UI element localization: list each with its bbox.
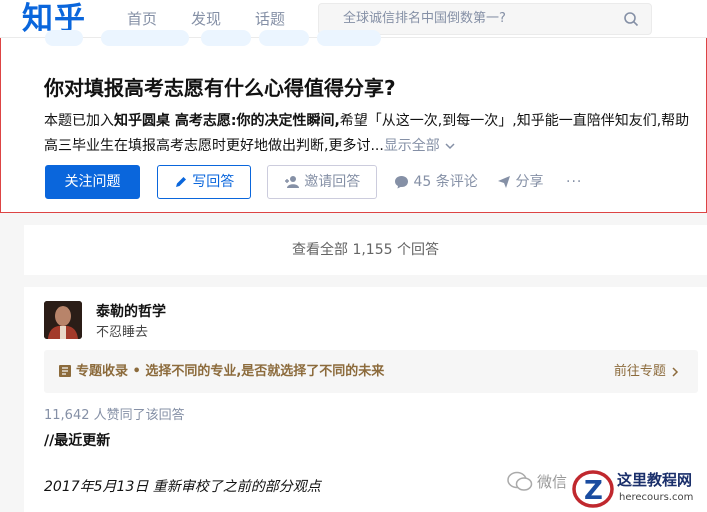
site-name: 这里教程网 <box>617 471 693 489</box>
site-logo-icon: Z <box>572 470 614 508</box>
question-description: 本题已加入知乎圆桌 高考志愿:你的决定性瞬间,希望「从这一次,到每一次」,知乎能… <box>44 109 701 159</box>
special-topic-text: 专题收录 • 选择不同的专业,是否就选择了不同的未来 <box>76 364 385 379</box>
pencil-icon <box>175 177 186 187</box>
roundtable-link[interactable]: 知乎圆桌 高考志愿:你的决定性瞬间, <box>114 113 340 129</box>
author-name[interactable]: 泰勒的哲学 <box>96 301 166 321</box>
add-user-icon <box>284 176 299 188</box>
topic-tag[interactable] <box>317 30 381 46</box>
invite-answer-button[interactable]: 邀请回答 <box>267 165 377 199</box>
topic-tag[interactable] <box>101 30 189 46</box>
follow-question-button[interactable]: 关注问题 <box>45 165 140 199</box>
go-to-topic-label: 前往专题 <box>613 364 666 379</box>
share-button[interactable]: 分享 <box>497 165 543 199</box>
wechat-label: 微信 <box>537 473 568 491</box>
question-card: 你对填报高考志愿有什么心得值得分享? 本题已加入知乎圆桌 高考志愿:你的决定性瞬… <box>0 30 707 213</box>
watermark: 微信 Z 这里教程网 herecours.com <box>505 465 707 512</box>
update-date-line: 2017年5月13日 重新审校了之前的部分观点 <box>44 479 321 495</box>
show-all-link[interactable]: 显示全部 <box>384 138 440 154</box>
question-title[interactable]: 你对填报高考志愿有什么心得值得分享? <box>44 72 396 101</box>
topic-tag[interactable] <box>259 30 309 46</box>
svg-text:Z: Z <box>584 476 603 506</box>
site-url: herecours.com <box>619 492 694 503</box>
avatar[interactable] <box>44 301 82 339</box>
share-label: 分享 <box>515 174 544 190</box>
write-answer-button[interactable]: 写回答 <box>157 165 251 199</box>
avatar-image <box>44 301 82 339</box>
wechat-icon <box>507 471 533 491</box>
chevron-right-icon <box>672 366 679 377</box>
invite-answer-label: 邀请回答 <box>304 174 361 190</box>
chevron-down-icon[interactable] <box>444 140 456 152</box>
latest-update-heading: //最近更新 <box>44 433 111 449</box>
author-headline: 不忍睡去 <box>96 325 149 340</box>
desc-prefix: 本题已加入 <box>44 113 114 129</box>
more-options-button[interactable]: ··· <box>566 165 582 199</box>
go-to-topic-link[interactable]: 前往专题 <box>614 350 680 393</box>
comments-button[interactable]: 45 条评论 <box>394 165 478 199</box>
vote-count: 11,642 人赞同了该回答 <box>44 408 185 423</box>
comments-label: 45 条评论 <box>413 174 478 190</box>
topic-tag[interactable] <box>201 30 251 46</box>
special-topic-banner[interactable]: 专题收录 • 选择不同的专业,是否就选择了不同的未来 前往专题 <box>44 350 698 393</box>
comment-icon <box>395 176 408 189</box>
write-answer-label: 写回答 <box>192 174 235 190</box>
share-icon <box>498 176 510 188</box>
search-icon[interactable] <box>623 11 639 27</box>
view-all-answers-button[interactable]: 查看全部 1,155 个回答 <box>24 225 707 275</box>
topic-tag[interactable] <box>45 30 83 46</box>
book-icon <box>59 365 71 377</box>
